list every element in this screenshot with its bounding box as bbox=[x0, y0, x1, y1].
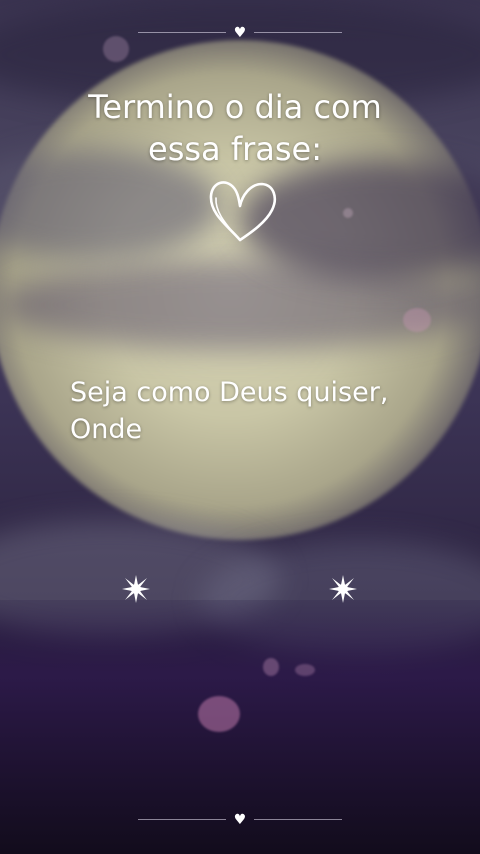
bottom-divider: ♥ bbox=[138, 810, 342, 830]
petal bbox=[198, 696, 240, 732]
divider-line bbox=[138, 819, 226, 820]
page-title: Termino o dia com essa frase: bbox=[0, 86, 470, 170]
petal bbox=[403, 308, 431, 332]
title-line-2: essa frase: bbox=[148, 130, 322, 168]
petal bbox=[263, 658, 279, 676]
divider-line bbox=[254, 819, 342, 820]
hand-drawn-heart-icon bbox=[209, 181, 276, 242]
petal bbox=[343, 208, 353, 218]
quote-line-2: Onde bbox=[70, 414, 143, 445]
background-scene: ♥ Termino o dia com essa frase: Seja com… bbox=[0, 0, 480, 854]
title-line-1: Termino o dia com bbox=[88, 88, 382, 126]
heart-icon: ♥ bbox=[233, 25, 247, 41]
heart-icon: ♥ bbox=[233, 812, 247, 828]
sparkle-icon bbox=[329, 575, 357, 603]
quote-text: Seja como Deus quiser, Onde bbox=[70, 374, 460, 448]
quote-line-1: Seja como Deus quiser, bbox=[70, 377, 389, 408]
divider-line bbox=[254, 32, 342, 33]
divider-line bbox=[138, 32, 226, 33]
petal bbox=[103, 36, 129, 62]
petal bbox=[295, 664, 315, 676]
top-divider: ♥ bbox=[138, 23, 342, 43]
sparkle-icon bbox=[122, 575, 150, 603]
